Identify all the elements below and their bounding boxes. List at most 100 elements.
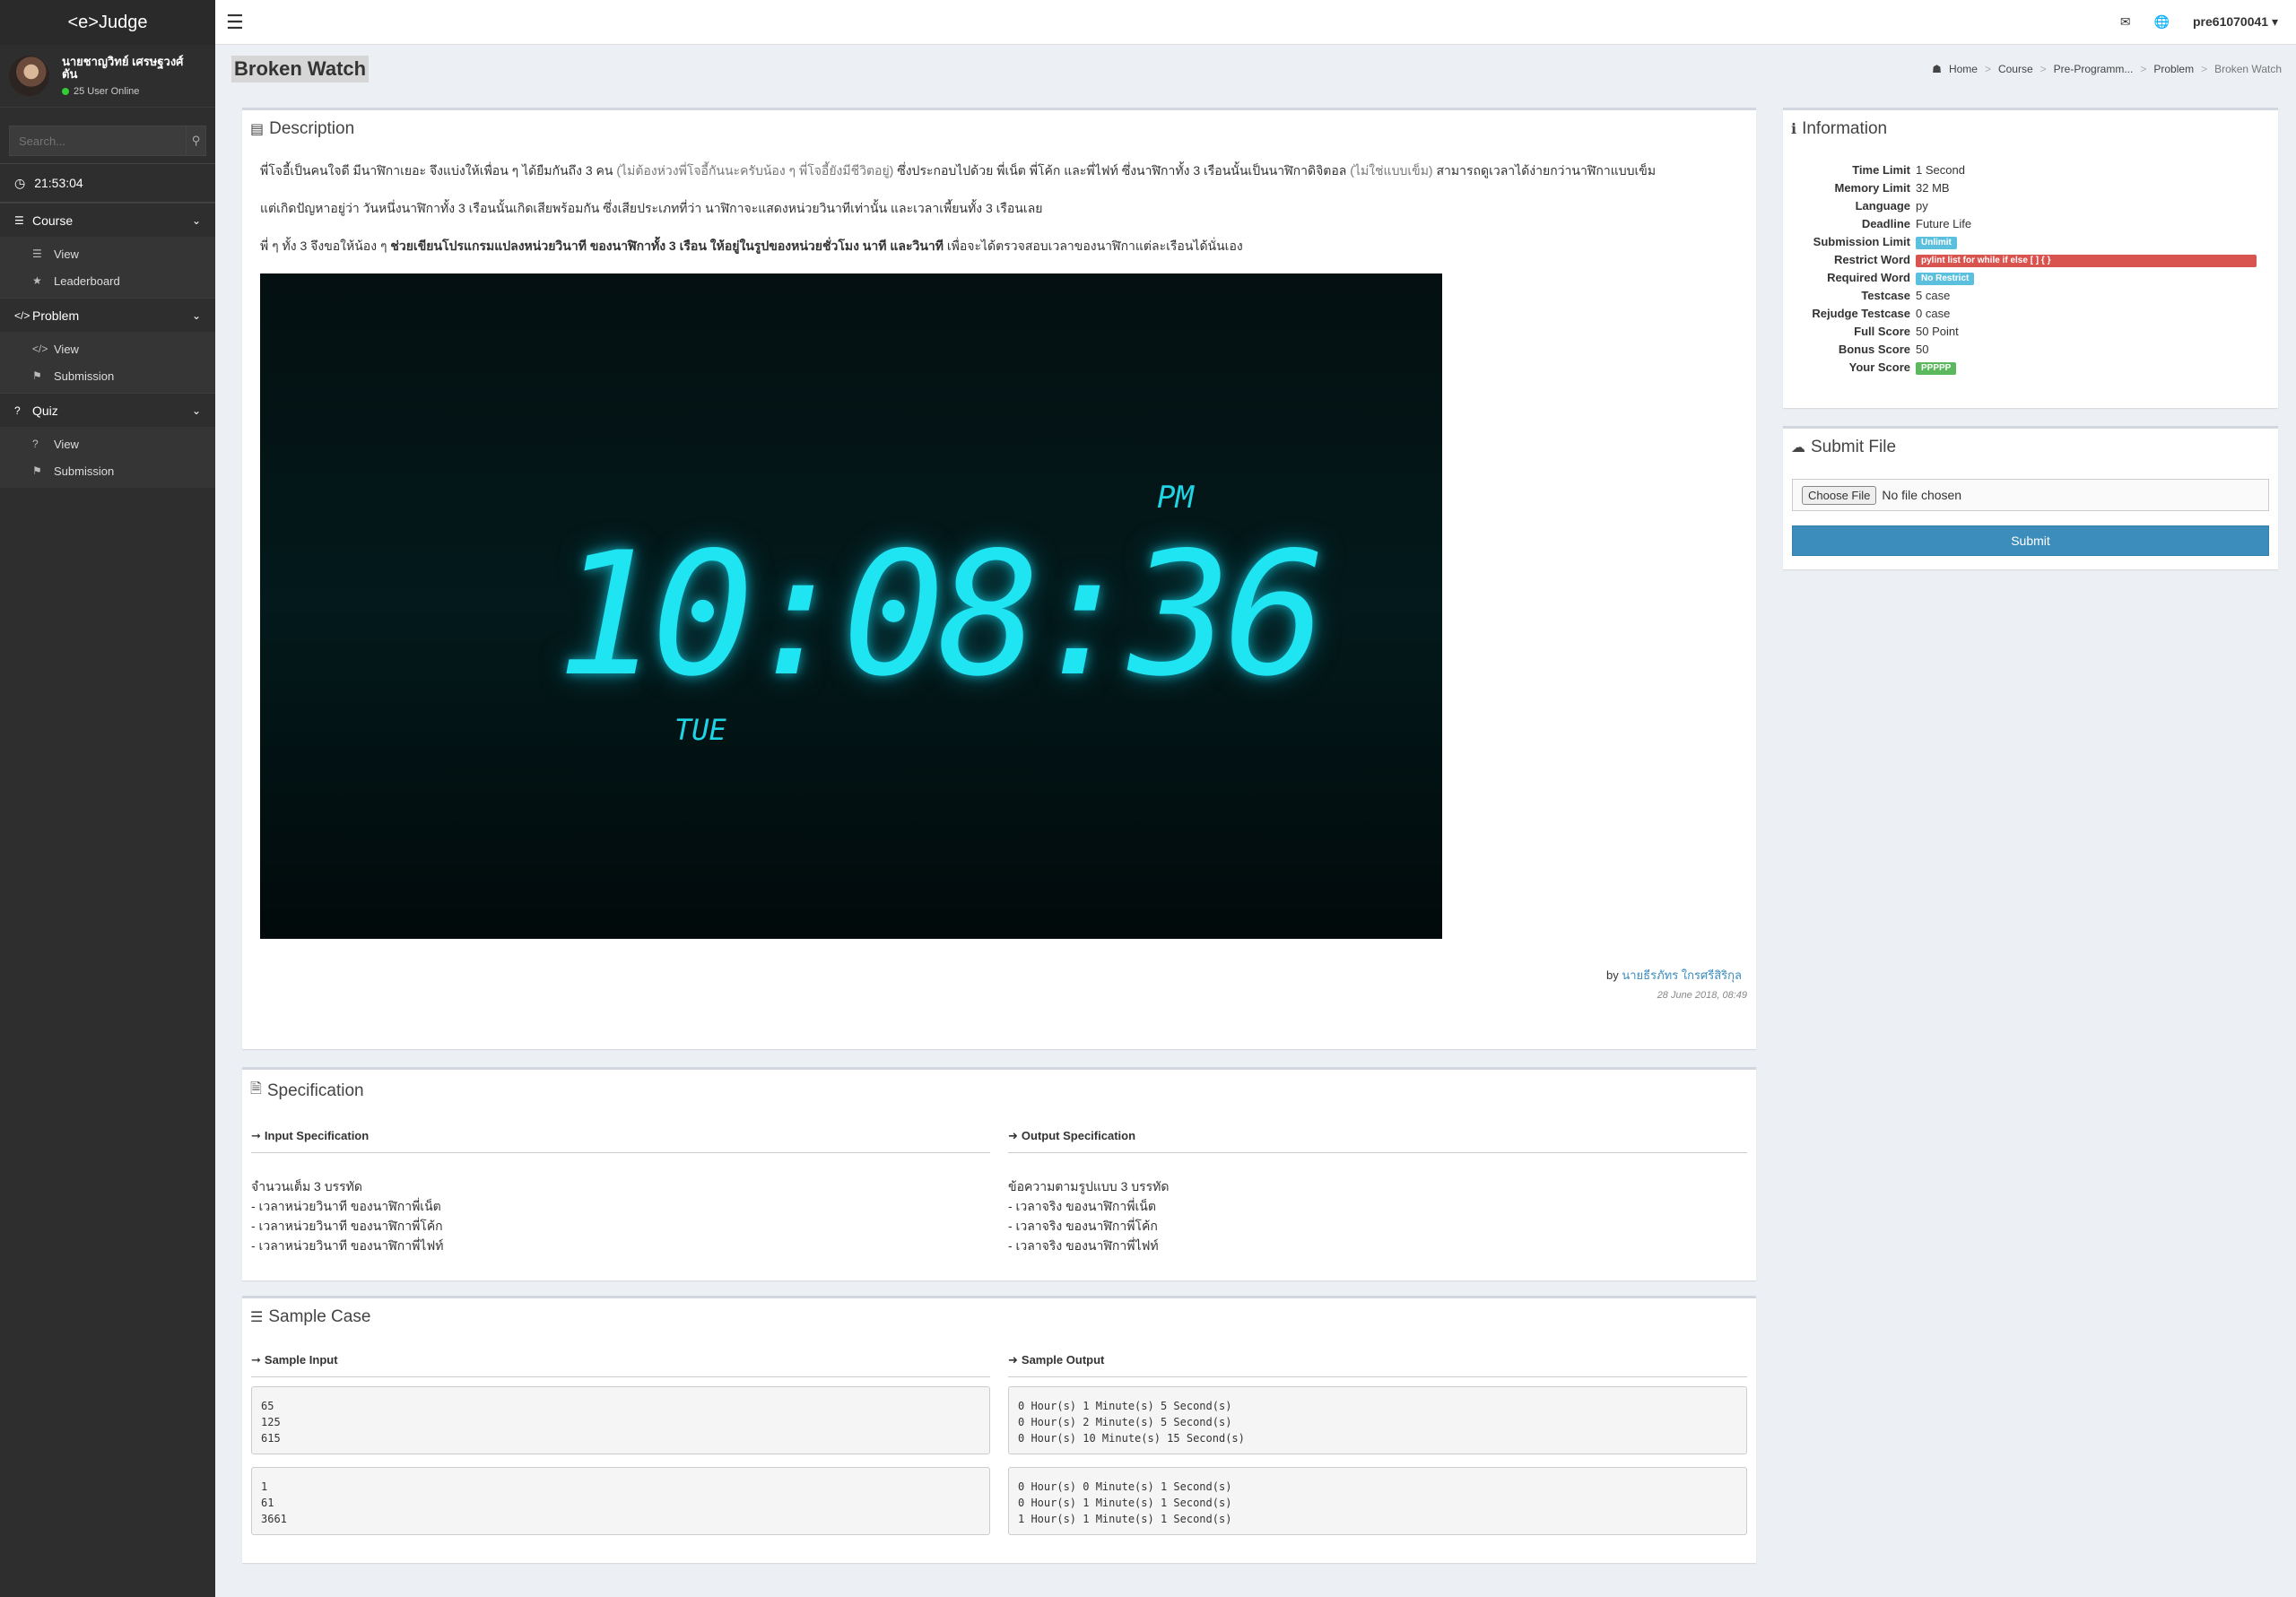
digital-watch-image: PM 10:08:36 TUE: [260, 273, 1442, 939]
info-value: No Restrict: [1916, 270, 2271, 285]
mail-icon[interactable]: ✉: [2120, 14, 2131, 30]
clock-icon: ◷: [14, 175, 26, 190]
flag-icon: ⚑: [32, 464, 42, 477]
info-value: 0 case: [1916, 306, 1951, 320]
course-leaderboard-link[interactable]: ★ Leaderboard: [0, 267, 215, 294]
breadcrumb-current: Broken Watch: [2214, 63, 2282, 75]
info-value: 50: [1916, 342, 1929, 356]
globe-icon[interactable]: 🌐: [2154, 14, 2170, 30]
information-box: ℹ Information Time Limit 1 Second Memory Li…: [1783, 108, 2278, 408]
description-paragraph-3: พี่ ๆ ทั้ง 3 จึงขอให้น้อง ๆ ช่วยเขียนโปร…: [260, 239, 1243, 253]
online-status: 25 User Online: [62, 86, 183, 97]
input-spec-heading: ➞ Input Specification: [251, 1119, 990, 1153]
watch-pm: PM: [1157, 480, 1194, 516]
breadcrumb-home[interactable]: Home: [1949, 63, 1978, 75]
trophy-icon: ★: [32, 274, 42, 287]
chevron-down-icon: ⌄: [191, 213, 201, 227]
info-row: Memory Limit 32 MB: [1790, 178, 2271, 196]
info-value: 50 Point: [1916, 324, 1959, 338]
info-badge: PPPPP: [1916, 361, 1957, 375]
info-key: Full Score: [1854, 324, 1910, 338]
breadcrumb-course[interactable]: Course: [1998, 63, 2033, 75]
chevron-down-icon: ⌄: [191, 308, 201, 322]
cloud-upload-icon: ☁: [1791, 440, 1805, 456]
info-key: Testcase: [1861, 288, 1910, 302]
user-menu[interactable]: pre61070041 ▾: [2193, 14, 2278, 30]
info-key: Your Score: [1848, 360, 1910, 374]
submit-button[interactable]: Submit: [1792, 525, 2269, 556]
description-box: ▤ Description พี่โจอี้เป็นคนใจดี มีนาฬิกา…: [242, 108, 1756, 1049]
info-key: Memory Limit: [1834, 180, 1910, 195]
flag-icon: ⚑: [32, 369, 42, 382]
online-dot-icon: [62, 87, 69, 95]
submit-file-box: ☁ Submit File Choose File No file chosen …: [1783, 426, 2278, 569]
problem-view-link[interactable]: </> View: [0, 335, 215, 362]
quiz-view-link[interactable]: ? View: [0, 430, 215, 457]
info-row: Submission Limit Unlimit: [1790, 232, 2271, 250]
server-clock: ◷ 21:53:04: [0, 163, 215, 203]
question-icon: ?: [32, 438, 39, 450]
info-badge: pylint list for while if else [ ] { }: [1916, 254, 2257, 267]
info-value: Unlimit: [1916, 234, 2271, 249]
information-table: Time Limit 1 Second Memory Limit 32 MB Langu…: [1783, 148, 2278, 388]
sample-case-box: ☰ Sample Case ➞ Sample Input 65 125 615 1 …: [242, 1296, 1756, 1563]
sign-out-icon: ➜: [1008, 1352, 1018, 1367]
course-view-link[interactable]: ☰ View: [0, 240, 215, 267]
sign-in-icon: ➞: [251, 1128, 261, 1142]
info-key: Required Word: [1827, 270, 1910, 284]
avatar: [9, 56, 49, 96]
output-spec-text: ข้อความตามรูปแบบ 3 บรรทัด - เวลาจริง ของน…: [1008, 1179, 1170, 1253]
watch-day: TUE: [674, 713, 726, 747]
info-row: Deadline Future Life: [1790, 214, 2271, 232]
info-value: Future Life: [1916, 216, 1972, 230]
description-heading: ▤ Description: [250, 119, 355, 138]
menu-toggle-icon[interactable]: ☰: [226, 11, 244, 34]
author-link[interactable]: นายธีรภัทร ใกรศรีสิริกุล: [1622, 968, 1742, 982]
sidebar: <e>Judge นายชาญวิทย์ เศรษฐวงศ์ ตัน 25 Use…: [0, 0, 215, 1597]
quiz-submission-link[interactable]: ⚑ Submission: [0, 457, 215, 484]
info-key: Time Limit: [1852, 162, 1910, 177]
sample-input-1: 65 125 615: [251, 1386, 990, 1454]
code-icon: </>: [14, 308, 30, 322]
info-row: Full Score 50 Point: [1790, 322, 2271, 340]
description-paragraph-1: พี่โจอี้เป็นคนใจดี มีนาฬิกาเยอะ จึงแบ่งใ…: [260, 163, 1657, 178]
info-row: Your Score PPPPP: [1790, 358, 2271, 376]
file-text-icon: 🗎: [250, 1081, 262, 1097]
list-icon: ☰: [14, 213, 24, 227]
choose-file-button[interactable]: Choose File: [1802, 485, 1877, 505]
specification-box: 🗎 Specification ➞ Input Specification จำนว…: [242, 1067, 1756, 1280]
file-input[interactable]: Choose File No file chosen: [1792, 479, 2269, 511]
info-row: Language py: [1790, 196, 2271, 214]
home-icon: ☗: [1932, 63, 1942, 75]
search-input[interactable]: [10, 126, 186, 155]
info-row: Restrict Word pylint list for while if el…: [1790, 250, 2271, 268]
info-value: py: [1916, 198, 1928, 213]
info-row: Time Limit 1 Second: [1790, 161, 2271, 178]
user-name: นายชาญวิทย์ เศรษฐวงศ์ ตัน: [62, 54, 184, 81]
menu-quiz[interactable]: ? Quiz ⌄: [0, 393, 215, 427]
info-badge: Unlimit: [1916, 236, 1957, 249]
menu-course[interactable]: ☰ Course ⌄: [0, 203, 215, 237]
sign-out-icon: ➜: [1008, 1128, 1018, 1142]
list-icon: ☰: [32, 247, 42, 260]
sample-input-heading: ➞ Sample Input: [251, 1343, 990, 1377]
specification-heading: 🗎 Specification: [242, 1070, 1756, 1112]
info-key: Deadline: [1861, 216, 1910, 230]
info-value: 5 case: [1916, 288, 1951, 302]
input-spec-text: จำนวนเต็ม 3 บรรทัด - เวลาหน่วยวินาที ของน…: [251, 1179, 444, 1253]
chevron-down-icon: ⌄: [191, 404, 201, 417]
brand-logo[interactable]: <e>Judge: [0, 0, 215, 45]
info-value: 32 MB: [1916, 180, 1950, 195]
info-key: Rejudge Testcase: [1812, 306, 1910, 320]
sidebar-search: ⚲: [9, 126, 206, 156]
breadcrumb: ☗ Home > Course > Pre-Programm... > Problem…: [1932, 63, 2282, 75]
search-icon[interactable]: ⚲: [186, 126, 205, 155]
problem-submission-link[interactable]: ⚑ Submission: [0, 362, 215, 389]
question-icon: ?: [14, 404, 21, 417]
breadcrumb-course-name[interactable]: Pre-Programm...: [2054, 63, 2134, 75]
breadcrumb-problem[interactable]: Problem: [2153, 63, 2194, 75]
menu-problem[interactable]: </> Problem ⌄: [0, 298, 215, 332]
top-navbar: ☰ ✉ 🌐 pre61070041 ▾: [215, 0, 2296, 45]
information-heading: ℹ Information: [1791, 119, 1888, 138]
list-alt-icon: ▤: [250, 122, 265, 137]
